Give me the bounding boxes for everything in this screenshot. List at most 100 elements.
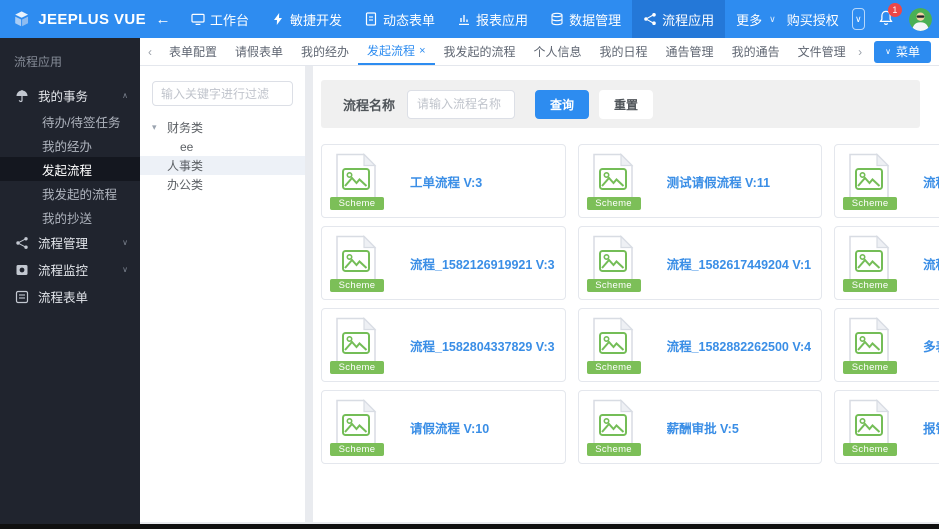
process-card[interactable]: Scheme 薪酬审批 V:5 — [577, 390, 823, 464]
scheme-badge: Scheme — [330, 361, 384, 374]
category-tree: ▾ 财务类 ee 人事类 办公类 — [140, 118, 305, 194]
umbrella-icon — [16, 89, 28, 102]
tree-node-hr[interactable]: 人事类 — [140, 156, 305, 175]
nav-item-process-app[interactable]: 流程应用 — [632, 0, 726, 38]
process-link[interactable]: 请假流程 V:10 — [410, 418, 489, 437]
process-link[interactable]: 流程_1582882262500 V:4 — [667, 336, 812, 355]
scheme-file-icon: Scheme — [330, 317, 384, 374]
nav-item-label: 敏捷开发 — [290, 12, 343, 28]
sidebar-group-process-monitor[interactable]: 流程监控 ∨ — [0, 256, 140, 283]
process-card[interactable]: Scheme 流程_1582617449204 V:1 — [577, 226, 823, 300]
tab-my-started-process[interactable]: 我发起的流程 — [435, 38, 525, 65]
nav-item-more[interactable]: 更多 ∨ — [725, 0, 787, 38]
process-link[interactable]: 报销流程 V:7 — [923, 418, 939, 437]
scheme-badge: Scheme — [843, 361, 898, 374]
buy-license-link[interactable]: 购买授权 — [787, 10, 839, 29]
process-link[interactable]: 工单流程 V:3 — [410, 172, 482, 191]
nav-item-agile-dev[interactable]: 敏捷开发 — [260, 0, 353, 38]
process-card[interactable]: Scheme 流程_1582701646757 V:1 — [834, 226, 939, 300]
top-nav: 工作台 敏捷开发 动态表单 报表应用 数据管理 流程应用 更多 ∨ — [180, 0, 787, 38]
tree-node-label: ee — [180, 139, 194, 154]
scheme-file-icon: Scheme — [586, 153, 641, 210]
sidebar-item-label: 我的抄送 — [42, 211, 93, 226]
tab-form-config[interactable]: 表单配置 — [160, 38, 226, 65]
process-card[interactable]: Scheme 流程_1582804337829 V:3 — [321, 308, 566, 382]
monitor-screen-icon — [16, 264, 28, 275]
tree-node-office[interactable]: 办公类 — [140, 175, 305, 194]
sidebar-item-label: 我的经办 — [42, 139, 93, 154]
nav-item-dynamic-form[interactable]: 动态表单 — [353, 0, 446, 38]
sidebar-item-my-started[interactable]: 我发起的流程 — [0, 181, 140, 205]
dynamic-form-icon — [365, 12, 377, 26]
sidebar-item-label: 待办/待签任务 — [42, 115, 121, 130]
process-link[interactable]: 流程_1582617449204 V:1 — [667, 254, 812, 273]
tab-label: 通告管理 — [665, 45, 714, 59]
search-button[interactable]: 查询 — [535, 89, 590, 119]
process-card[interactable]: Scheme 测试请假流程 V:11 — [577, 144, 823, 218]
tab-my-handled[interactable]: 我的经办 — [292, 38, 358, 65]
logo[interactable]: JEEPLUS VUE — [0, 7, 146, 31]
scheme-file-icon: Scheme — [330, 153, 384, 210]
process-name-label: 流程名称 — [343, 97, 396, 113]
process-card[interactable]: Scheme 流程_1582126919921 V:3 — [321, 226, 566, 300]
tree-filter-input[interactable] — [152, 81, 293, 106]
nav-item-label: 工作台 — [210, 12, 250, 28]
logo-text: JEEPLUS VUE — [38, 10, 146, 28]
sidebar-title: 流程应用 — [14, 55, 63, 69]
process-card[interactable]: Scheme 流程_1582882262500 V:4 — [577, 308, 823, 382]
notification-badge: 1 — [887, 2, 902, 17]
sidebar-group-my-affairs[interactable]: 我的事务 ∧ — [0, 82, 140, 109]
main-content: 流程名称 查询 重置 Scheme 工单流程 V:3 Scheme 测试请假流程… — [313, 66, 939, 522]
tab-personal-info[interactable]: 个人信息 — [525, 38, 591, 65]
process-link[interactable]: 薪酬审批 V:5 — [667, 418, 739, 437]
reset-button[interactable]: 重置 — [599, 89, 654, 119]
tab-leave-form[interactable]: 请假表单 — [226, 38, 292, 65]
nav-item-report[interactable]: 报表应用 — [446, 0, 539, 38]
sidebar-group-process-management[interactable]: 流程管理 ∨ — [0, 229, 140, 256]
notification-bell[interactable]: 1 — [878, 2, 902, 29]
process-card[interactable]: Scheme 多表单流程 V:4 — [834, 308, 939, 382]
tree-node-finance[interactable]: ▾ 财务类 — [140, 118, 305, 137]
process-card[interactable]: Scheme 工单流程 V:3 — [321, 144, 566, 218]
share-nodes-icon — [16, 236, 28, 249]
sidebar-item-label: 发起流程 — [42, 163, 93, 178]
sidebar-item-my-cc[interactable]: 我的抄送 — [0, 205, 140, 229]
tab-close-icon[interactable]: × — [419, 45, 425, 57]
tab-label: 发起流程 — [367, 44, 416, 58]
nav-item-data-management[interactable]: 数据管理 — [539, 0, 632, 38]
scheme-badge: Scheme — [586, 279, 641, 292]
tabs-scroll-left-icon[interactable]: ‹ — [140, 45, 160, 59]
sidebar-item-todo-tasks[interactable]: 待办/待签任务 — [0, 109, 140, 133]
process-link[interactable]: 流程_1582076068803 V:5 — [923, 172, 939, 191]
process-link[interactable]: 流程_1582701646757 V:1 — [923, 254, 939, 273]
process-card[interactable]: Scheme 报销流程 V:7 — [834, 390, 939, 464]
process-link[interactable]: 测试请假流程 V:11 — [667, 172, 771, 191]
chevron-down-icon: ∨ — [122, 238, 128, 247]
scheme-badge: Scheme — [843, 197, 898, 210]
process-name-input[interactable] — [407, 89, 516, 119]
search-filter-bar: 流程名称 查询 重置 — [321, 80, 920, 128]
process-link[interactable]: 流程_1582804337829 V:3 — [410, 336, 555, 355]
tab-start-process[interactable]: 发起流程 × — [358, 38, 435, 65]
process-card[interactable]: Scheme 流程_1582076068803 V:5 — [834, 144, 939, 218]
tree-node-ee[interactable]: ee — [140, 137, 305, 156]
nav-item-workbench[interactable]: 工作台 — [180, 0, 260, 38]
sidebar-item-start-process[interactable]: 发起流程 — [0, 157, 140, 181]
chevron-down-icon: ∨ — [855, 13, 862, 24]
tab-label: 表单配置 — [169, 45, 218, 59]
tab-my-notices[interactable]: 我的通告 — [723, 38, 789, 65]
screen-toggle-button[interactable]: ∨ — [851, 8, 865, 30]
scheme-file-icon: Scheme — [843, 235, 898, 292]
caret-down-icon[interactable]: ▾ — [152, 122, 167, 133]
sidebar-item-my-handled[interactable]: 我的经办 — [0, 133, 140, 157]
sidebar-group-label: 流程管理 — [38, 237, 89, 251]
scheme-badge: Scheme — [843, 279, 898, 292]
avatar[interactable] — [908, 7, 932, 31]
tab-notice-management[interactable]: 通告管理 — [657, 38, 723, 65]
process-link[interactable]: 流程_1582126919921 V:3 — [410, 254, 555, 273]
sidebar-group-process-form[interactable]: 流程表单 — [0, 283, 140, 310]
process-link[interactable]: 多表单流程 V:4 — [923, 336, 939, 355]
back-arrow-icon[interactable]: ← — [146, 11, 180, 28]
tab-my-schedule[interactable]: 我的日程 — [591, 38, 657, 65]
process-card[interactable]: Scheme 请假流程 V:10 — [321, 390, 566, 464]
